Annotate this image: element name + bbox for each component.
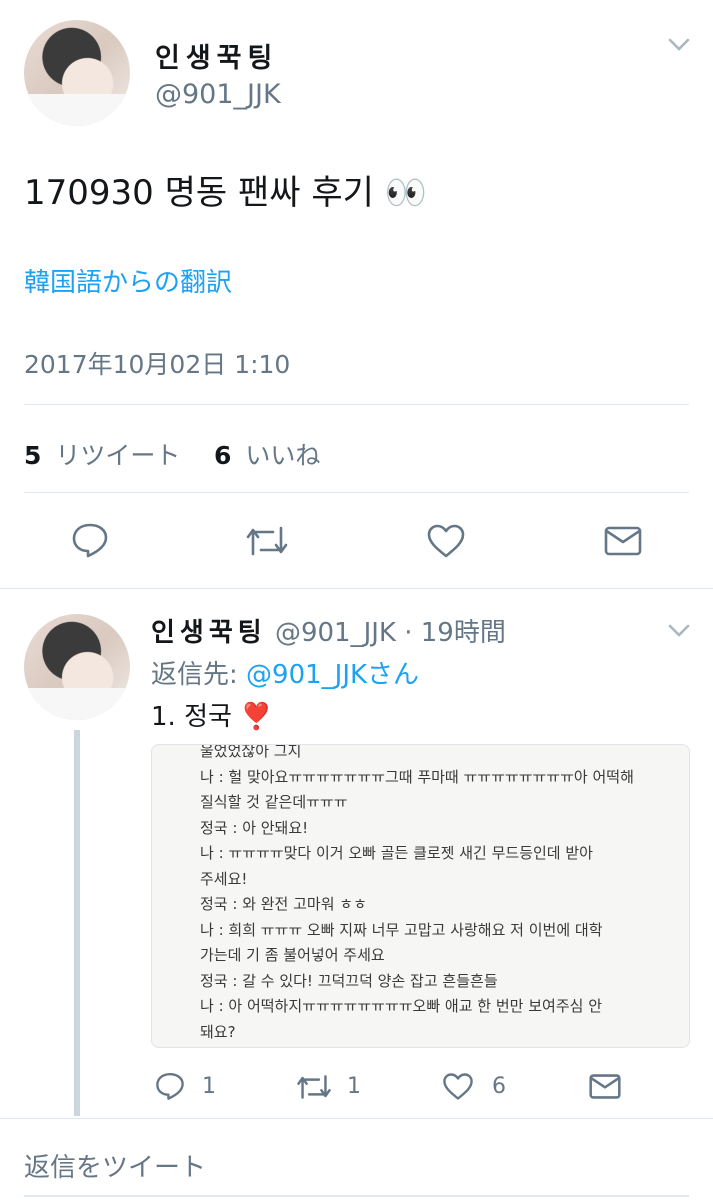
- reply-icon[interactable]: [155, 1071, 185, 1101]
- like-count: 6: [492, 1074, 506, 1099]
- chevron-down-icon[interactable]: [668, 624, 690, 638]
- retweet-stat-count: 5: [24, 441, 42, 470]
- attached-image[interactable]: 울었었잖아 그지나 : 헐 맞아요ㅠㅠㅠㅠㅠㅠㅠ그때 푸마때 ㅠㅠㅠㅠㅠㅠㅠㅠ아…: [151, 744, 690, 1048]
- reply-count: 1: [202, 1074, 216, 1099]
- retweet-icon[interactable]: [245, 524, 289, 558]
- image-text-line: 정국 : 갈 수 있다! 끄덕끄덕 양손 잡고 흔들흔들: [200, 971, 498, 990]
- image-text-line: 나 : ㅠㅠㅠㅠ맞다 이거 오빠 골든 클로젯 새긴 무드등인데 받아: [200, 844, 593, 862]
- image-text-line: 돼요?: [200, 1022, 236, 1041]
- reply-input-underline: [24, 1195, 689, 1197]
- divider: [24, 492, 689, 493]
- reply-user-handle[interactable]: @901_JJK: [275, 618, 396, 648]
- timestamp[interactable]: 2017年10月02日 1:10: [24, 345, 290, 381]
- reply-to-prefix: 返信先:: [151, 660, 238, 690]
- like-stat-count: 6: [214, 441, 232, 470]
- image-text-line: 주세요!: [200, 869, 248, 888]
- divider: [24, 404, 689, 405]
- image-text-line: 정국 : 아 안돼요!: [200, 818, 309, 837]
- reply-header: 인생꾹팅 @901_JJK · 19時間: [151, 612, 506, 649]
- retweet-stat-label: リツイート: [55, 441, 181, 470]
- section-separator: [0, 1118, 713, 1119]
- tweet-text: 170930 명동 팬싸 후기 👀: [24, 173, 428, 213]
- image-text-line: 나 : 아 어떡하지ㅠㅠㅠㅠㅠㅠㅠㅠ오빠 애교 한 번만 보여주심 안: [200, 997, 603, 1015]
- retweet-stats[interactable]: 5 リツイート: [24, 436, 180, 472]
- like-stats[interactable]: 6 いいね: [214, 436, 320, 472]
- mail-icon[interactable]: [604, 525, 642, 557]
- image-text-lines: 울었었잖아 그지나 : 헐 맞아요ㅠㅠㅠㅠㅠㅠㅠ그때 푸마때 ㅠㅠㅠㅠㅠㅠㅠㅠ아…: [200, 744, 673, 1045]
- image-text-line: 정국 : 와 완전 고마워 ㅎㅎ: [200, 895, 367, 913]
- reply-to: 返信先: @901_JJKさん: [151, 654, 419, 691]
- image-text-line: 울었었잖아 그지: [200, 744, 302, 760]
- display-name[interactable]: 인생꾹팅: [155, 36, 278, 75]
- avatar[interactable]: [24, 614, 130, 720]
- image-text-line: 나 : 헐 맞아요ㅠㅠㅠㅠㅠㅠㅠ그때 푸마때 ㅠㅠㅠㅠㅠㅠㅠㅠ아 어떡해: [200, 767, 634, 786]
- chevron-down-icon[interactable]: [668, 38, 690, 52]
- retweet-icon[interactable]: [296, 1073, 332, 1101]
- image-text-line: 질식할 것 같은데ㅠㅠㅠ: [200, 793, 348, 811]
- thread-line: [74, 730, 80, 1116]
- mail-icon[interactable]: [589, 1073, 621, 1100]
- heart-icon[interactable]: [426, 523, 466, 559]
- reply-input[interactable]: 返信をツイート: [24, 1147, 206, 1184]
- image-text-line: 나 : 희희 ㅠㅠㅠ 오빠 지짜 너무 고맙고 사랑해요 저 이번에 대학: [200, 920, 603, 939]
- reply-icon[interactable]: [71, 522, 109, 558]
- avatar[interactable]: [24, 20, 130, 126]
- reply-text: 1. 정국 ❣️: [151, 702, 273, 732]
- translate-link[interactable]: 韓国語からの翻訳: [24, 262, 232, 299]
- retweet-count: 1: [347, 1074, 361, 1099]
- reply-display-name[interactable]: 인생꾹팅: [151, 618, 267, 648]
- like-stat-label: いいね: [245, 441, 321, 470]
- image-text-line: 가는데 기 좀 불어넣어 주세요: [200, 946, 385, 964]
- section-separator: [0, 588, 713, 589]
- reply-to-handle[interactable]: @901_JJKさん: [246, 660, 419, 690]
- heart-icon[interactable]: [442, 1072, 474, 1101]
- user-handle[interactable]: @901_JJK: [155, 79, 281, 110]
- reply-age[interactable]: · 19時間: [404, 618, 506, 648]
